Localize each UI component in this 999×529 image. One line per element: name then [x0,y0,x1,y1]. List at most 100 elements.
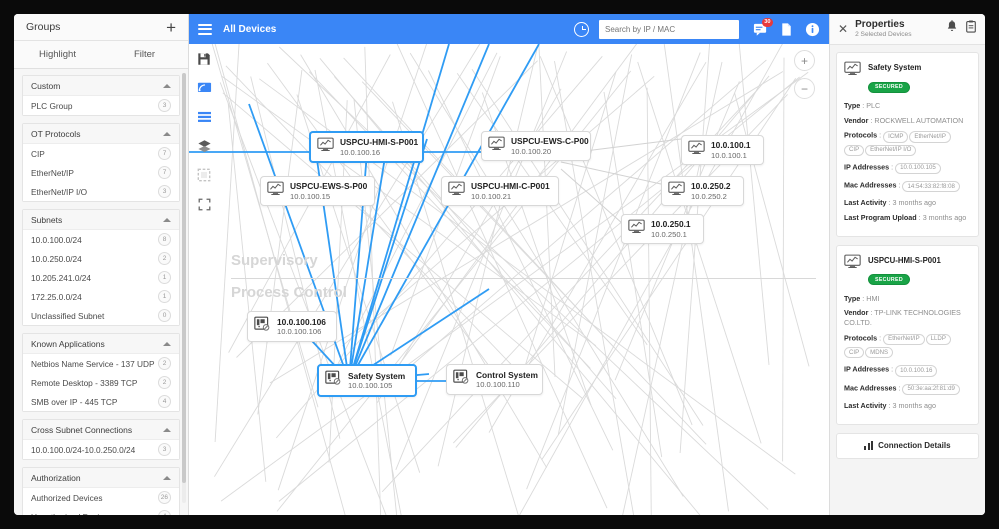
network-node-control[interactable]: Control System 10.0.100.110 [446,364,543,395]
group-row[interactable]: 10.0.100.0/24 8 [23,230,179,249]
status-badge: SECURED [868,81,910,93]
network-node-ews-c-p00[interactable]: USPCU-EWS-C-P00 10.0.100.20 [481,131,591,161]
sidebar-scroll-area[interactable]: Custom PLC Group 3 OT Protocols CIP 7 EtherNet… [14,69,188,515]
group-header[interactable]: Custom [23,76,179,96]
search-input[interactable] [605,24,733,34]
group-row[interactable]: Authorized Devices 26 [23,488,179,507]
node-ip: 10.0.250.1 [651,229,687,239]
network-node-ews-s-p00[interactable]: USPCU-EWS-S-P00 10.0.100.15 [260,176,375,206]
network-node-n-100-106[interactable]: 10.0.100.106 10.0.100.106 [247,311,337,342]
network-node-hmi-c-p001[interactable]: USPCU-HMI-C-P001 10.0.100.21 [441,176,559,206]
chat-icon[interactable]: 30 [753,17,773,37]
properties-body: Safety System SECURED Type : PLC Vendor : R… [830,45,985,515]
group-header[interactable]: Cross Subnet Connections [23,420,179,440]
connection-details-button[interactable]: Connection Details [836,432,979,459]
network-node-hmi-s-p001[interactable]: USPCU-HMI-S-P001 10.0.100.16 [309,131,424,163]
field-type: Type : PLC [844,101,881,110]
tab-highlight[interactable]: Highlight [14,49,101,60]
node-ip: 10.0.100.21 [471,191,512,201]
clock-icon[interactable] [574,21,589,37]
field-label-protocols: Protocols [844,130,878,140]
node-ip: 10.0.100.105 [348,381,393,390]
add-group-button[interactable]: + [166,19,176,36]
mac-tag: 50:3e:aa:2f:81:d9 [902,383,960,395]
main-area: All Devices 30 [189,14,829,515]
device-name: USPCU-HMI-S-P001 [868,255,941,265]
network-node-n-250-2[interactable]: 10.0.250.2 10.0.250.2 [661,176,744,206]
field-protocols: Protocols : EtherNet/IP LLDPCIP MDNS [844,333,971,359]
group-header[interactable]: Authorization [23,468,179,488]
group-row[interactable]: 172.25.0.0/24 1 [23,287,179,306]
network-links [189,44,810,515]
device-name: Safety System [868,63,922,72]
chevron-up-icon[interactable] [163,427,171,432]
fullscreen-icon[interactable] [195,195,213,213]
group-row[interactable]: Netbios Name Service - 137 UDP 2 [23,354,179,373]
node-name: 10.0.250.1 [651,219,691,229]
bell-icon[interactable] [946,20,958,38]
clipboard-icon[interactable] [965,20,977,38]
save-icon[interactable] [195,50,213,68]
network-node-n-100-1[interactable]: 10.0.100.1 10.0.100.1 [681,135,764,165]
group-row[interactable]: 10.205.241.0/24 1 [23,268,179,287]
hamburger-icon[interactable] [198,23,212,35]
network-node-n-250-1[interactable]: 10.0.250.1 10.0.250.1 [621,214,704,244]
group-row[interactable]: 10.0.100.0/24-10.0.250.0/24 3 [23,440,179,459]
node-name: USPCU-HMI-C-P001 [471,181,550,191]
group-title: Known Applications [31,338,105,349]
protocol-tag: EtherNet/IP [883,333,925,346]
zoom-in-button[interactable]: + [794,50,815,71]
group-row[interactable]: CIP 7 [23,144,179,163]
chevron-up-icon[interactable] [163,475,171,480]
node-name: Control System [476,369,538,380]
group-row[interactable]: EtherNet/IP I/O 3 [23,182,179,201]
chevron-up-icon[interactable] [163,217,171,222]
field-value-type: PLC [866,101,881,110]
field-macs: Mac Addresses : 50:3e:aa:2f:81:d9 [844,383,971,396]
group-header[interactable]: Subnets [23,210,179,230]
network-node-safety[interactable]: Safety System 10.0.100.105 [317,364,417,397]
list-layers-icon[interactable] [195,108,213,126]
group-row[interactable]: PLC Group 3 [23,96,179,115]
group-row-count: 2 [158,252,171,265]
stack-layers-icon[interactable] [195,137,213,155]
chevron-up-icon[interactable] [163,83,171,88]
group-row-label: CIP [31,148,45,159]
info-icon[interactable] [805,22,820,37]
field-label-protocols: Protocols [844,333,878,343]
group-row-count: 26 [157,491,171,504]
select-box-icon[interactable] [195,166,213,184]
sidebar-scrollbar[interactable] [182,73,186,503]
network-map-canvas[interactable]: + − Supervisory Process Control USPCU-HM… [189,44,829,515]
tab-filter[interactable]: Filter [101,49,188,60]
field-label-ips: IP Addresses [844,364,890,374]
device-card: Safety System SECURED Type : PLC Vendor : R… [836,52,979,237]
connection-details-label: Connection Details [878,441,951,450]
group-row-label: EtherNet/IP I/O [31,186,88,197]
group-row[interactable]: SMB over IP - 445 TCP 4 [23,392,179,411]
document-icon[interactable] [779,22,794,37]
screen-share-icon[interactable] [195,79,213,97]
group-row[interactable]: 10.0.250.0/24 2 [23,249,179,268]
group-header[interactable]: Known Applications [23,334,179,354]
group-row-label: Unclassified Subnet [31,310,105,321]
node-name: 10.0.100.106 [277,316,326,327]
bar-chart-icon [864,440,874,450]
group-row[interactable]: Unauthorized Devices4 [23,507,179,515]
protocol-tag: CIP [844,347,865,359]
group-header[interactable]: OT Protocols [23,124,179,144]
group-row-count: 2 [158,376,171,389]
close-icon[interactable]: ✕ [838,23,848,35]
search-box[interactable] [599,19,739,39]
properties-subtitle: 2 Selected Devices [855,30,912,38]
monitor-icon [317,137,334,157]
chevron-up-icon[interactable] [163,131,171,136]
zoom-out-button[interactable]: − [794,78,815,99]
group-row[interactable]: EtherNet/IP 7 [23,163,179,182]
protocol-tag: MDNS [865,347,894,359]
node-ip: 10.0.100.106 [277,327,322,336]
group-row[interactable]: Remote Desktop - 3389 TCP 2 [23,373,179,392]
chevron-up-icon[interactable] [163,341,171,346]
group-row[interactable]: Unclassified Subnet 0 [23,306,179,325]
properties-panel: ✕ Properties 2 Selected Devices Safety S… [829,14,985,515]
